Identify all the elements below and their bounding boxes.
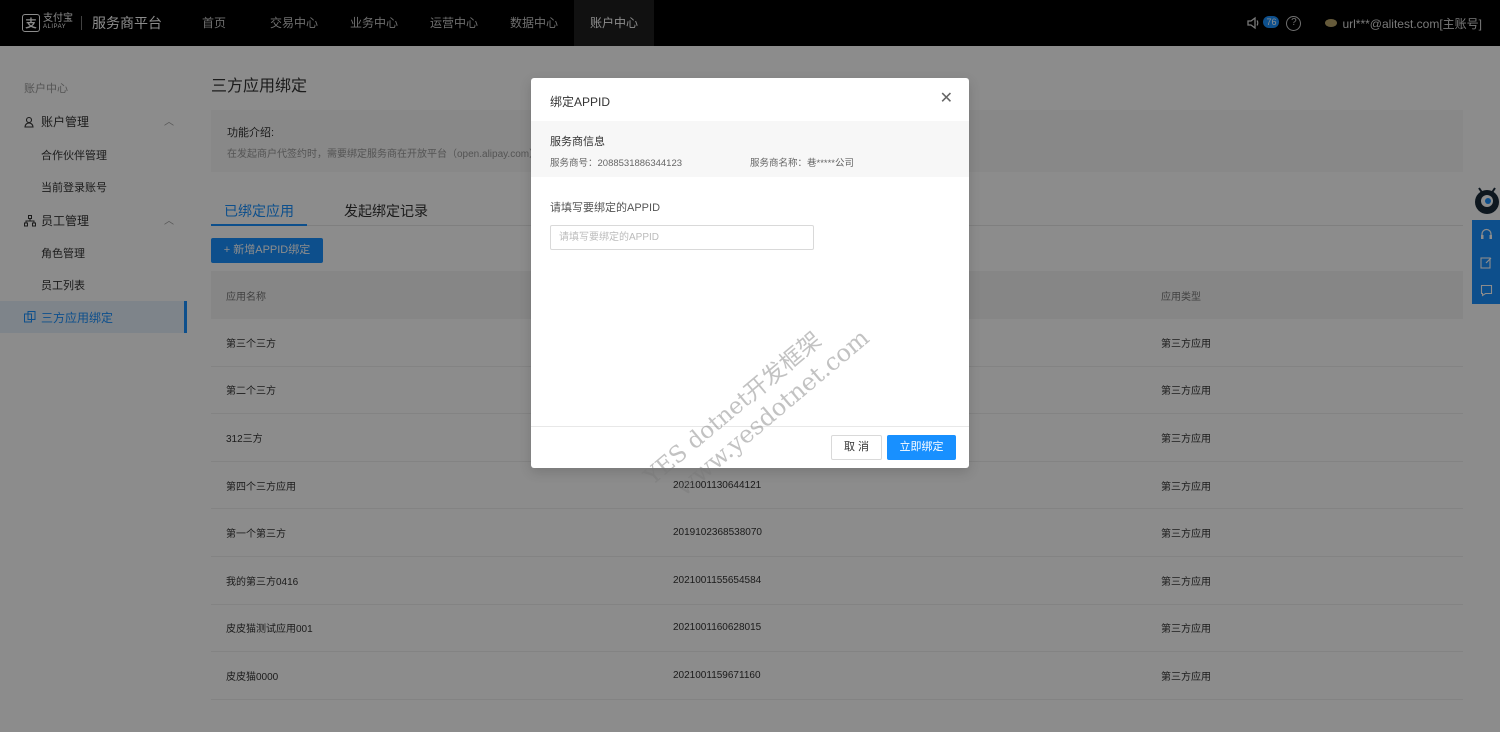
provider-id: 服务商号：2088531886344123 <box>550 158 683 169</box>
bind-appid-dialog: 绑定APPID ✕ 服务商信息 服务商号：2088531886344123 服务… <box>531 78 969 468</box>
close-icon[interactable]: ✕ <box>940 91 953 107</box>
appid-field-label: 请填写要绑定的APPID <box>550 202 661 214</box>
provider-info-heading: 服务商信息 <box>550 136 605 148</box>
provider-name: 服务商名称：巷*****公司 <box>750 158 854 169</box>
bind-now-button[interactable]: 立即绑定 <box>887 435 956 460</box>
cancel-button[interactable]: 取 消 <box>831 435 882 460</box>
dialog-footer: 取 消 立即绑定 <box>531 426 969 468</box>
provider-info-panel: 服务商信息 服务商号：2088531886344123 服务商名称：巷*****… <box>531 121 969 177</box>
appid-input[interactable] <box>550 225 814 250</box>
dialog-title: 绑定APPID <box>550 95 611 109</box>
